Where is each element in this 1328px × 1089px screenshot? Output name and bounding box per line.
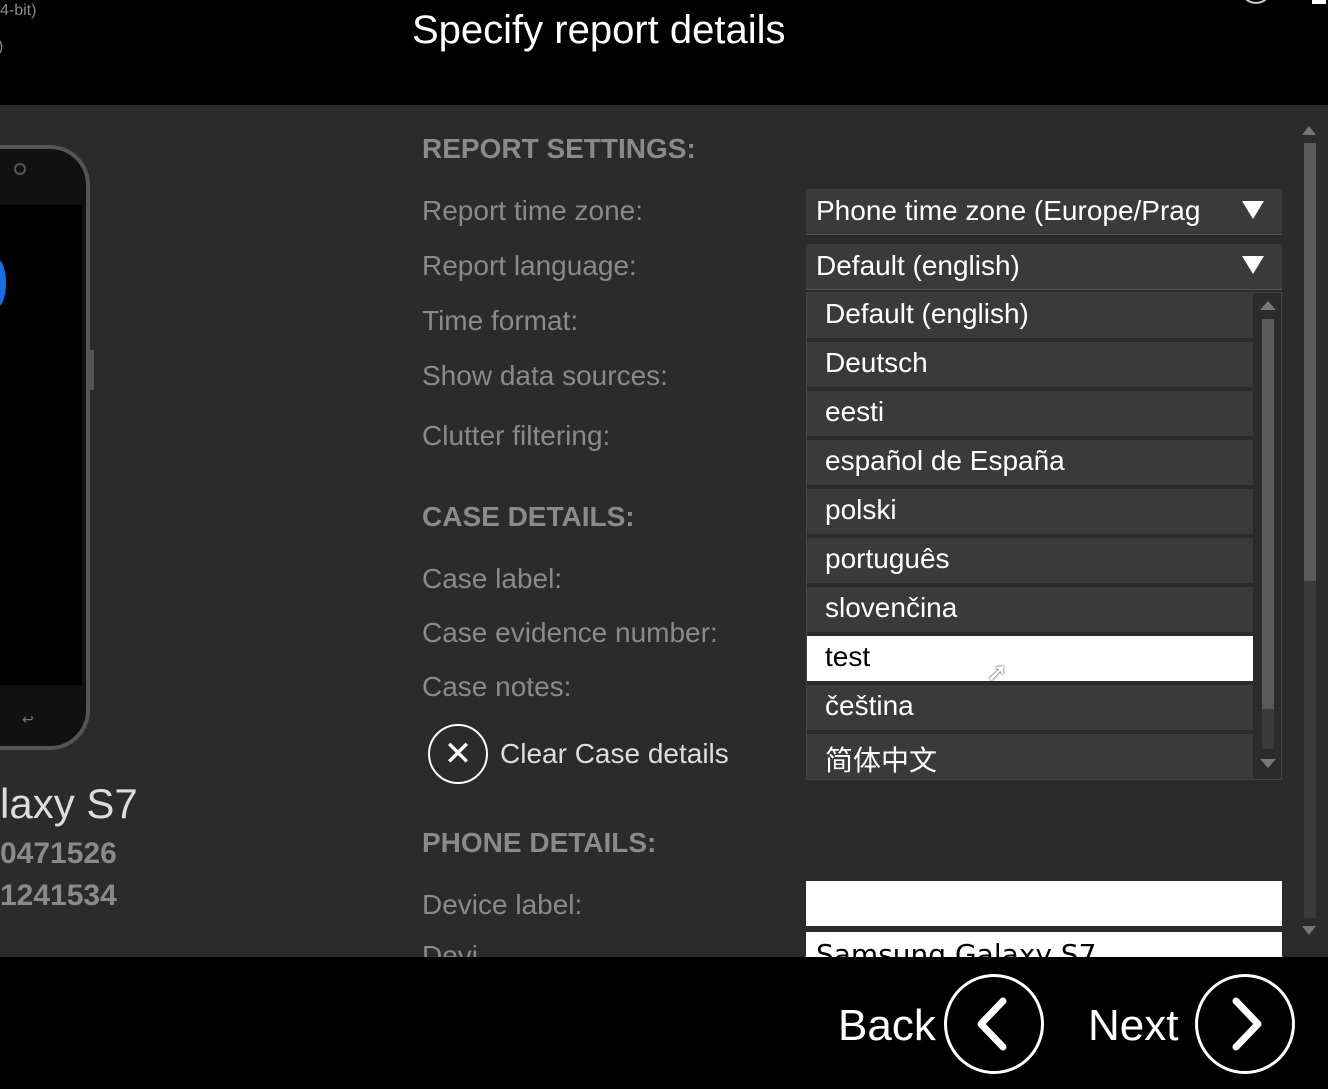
clutter-label: Clutter filtering:: [422, 420, 611, 451]
main-scrollbar[interactable]: [1304, 143, 1316, 918]
language-option[interactable]: polski: [807, 489, 1253, 534]
language-option-highlighted[interactable]: test: [807, 636, 1253, 681]
device-name-input[interactable]: Samsung Galaxy S7: [806, 932, 1282, 957]
phone-back-key-icon: ↩: [22, 712, 34, 728]
device-label-label: Device label:: [422, 889, 583, 920]
clear-case-button[interactable]: ✕ Clear Case details: [428, 724, 729, 784]
report-settings-heading: REPORT SETTINGS:: [422, 133, 696, 164]
language-option[interactable]: slovenčina: [807, 587, 1253, 632]
case-details-heading: CASE DETAILS:: [422, 501, 635, 532]
chevron-left-icon: [977, 997, 1007, 1051]
close-icon: ✕: [428, 724, 488, 784]
language-option[interactable]: čeština: [807, 685, 1253, 730]
page-title: Specify report details: [412, 8, 786, 52]
device-name-label: Devi: [422, 940, 479, 957]
window-caption-2: ): [0, 38, 3, 56]
header-bar: 4-bit) ) Specify report details: [0, 0, 1328, 105]
clear-case-label: Clear Case details: [500, 738, 729, 769]
language-option[interactable]: eesti: [807, 391, 1253, 436]
dropdown-scrollbar-thumb[interactable]: [1262, 319, 1274, 709]
phone-camera-icon: [14, 163, 26, 175]
scroll-down-icon[interactable]: [1302, 926, 1316, 936]
chevron-down-icon: [1242, 256, 1264, 274]
language-label: Report language:: [422, 250, 637, 281]
window-control-icon[interactable]: [1312, 0, 1326, 4]
language-option[interactable]: Deutsch: [807, 342, 1253, 387]
dropdown-scrollbar[interactable]: [1262, 319, 1274, 749]
evidence-label: Case evidence number:: [422, 617, 718, 648]
next-label[interactable]: Next: [1088, 1001, 1178, 1051]
back-button[interactable]: [944, 974, 1044, 1074]
language-option[interactable]: português: [807, 538, 1253, 583]
footer-bar: Back Next: [0, 957, 1328, 1089]
phone-screen: [0, 205, 82, 685]
next-button[interactable]: [1195, 974, 1295, 1074]
device-id-2: 1241534: [0, 879, 117, 912]
device-model: laxy S7: [0, 780, 138, 827]
help-icon[interactable]: [1240, 0, 1272, 4]
notes-label: Case notes:: [422, 671, 572, 702]
device-id-1: 0471526: [0, 837, 117, 870]
case-label-label: Case label:: [422, 563, 563, 594]
chevron-down-icon: [1242, 201, 1264, 219]
dropdown-scroll-up-icon[interactable]: [1260, 301, 1276, 310]
language-select[interactable]: Default (english): [806, 244, 1282, 290]
phone-button: [90, 350, 94, 390]
scroll-up-icon[interactable]: [1302, 125, 1316, 135]
language-option[interactable]: español de España: [807, 440, 1253, 485]
language-option[interactable]: Default (english): [807, 293, 1253, 338]
language-dropdown-list[interactable]: Default (english) Deutsch eesti español …: [806, 292, 1282, 780]
device-label-input[interactable]: [806, 881, 1282, 926]
back-label[interactable]: Back: [838, 1001, 936, 1051]
show-sources-label: Show data sources:: [422, 360, 668, 391]
dropdown-scroll-down-icon[interactable]: [1260, 759, 1276, 768]
phone-details-heading: PHONE DETAILS:: [422, 827, 657, 858]
time-zone-value: Phone time zone (Europe/Prag: [816, 195, 1201, 226]
time-zone-select[interactable]: Phone time zone (Europe/Prag: [806, 189, 1282, 235]
mouse-cursor-icon: ➚: [986, 658, 1008, 688]
window-caption: 4-bit): [0, 2, 37, 19]
time-zone-label: Report time zone:: [422, 195, 643, 226]
language-option[interactable]: 简体中文: [807, 734, 1253, 779]
language-value: Default (english): [816, 250, 1020, 281]
time-format-label: Time format:: [422, 305, 579, 336]
main-scrollbar-thumb[interactable]: [1304, 143, 1316, 581]
chevron-right-icon: [1232, 997, 1262, 1051]
